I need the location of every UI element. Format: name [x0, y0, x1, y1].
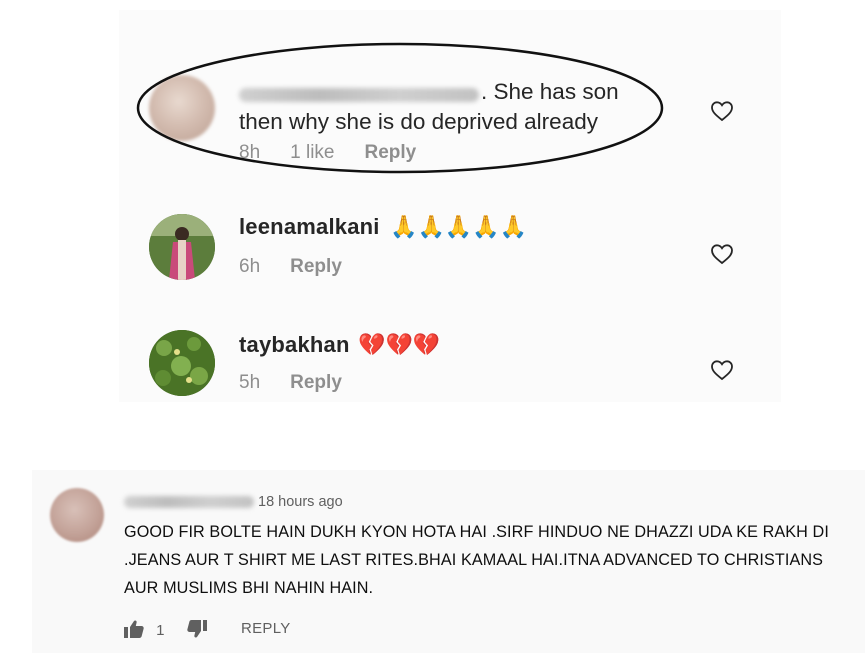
comment-2: leenamalkani 🙏🙏🙏🙏🙏 6h Reply	[119, 208, 781, 318]
avatar-photo	[149, 330, 215, 396]
blurred-username	[124, 496, 254, 508]
comment-3: taybakhan 💔💔💔 5h Reply	[119, 324, 781, 434]
reply-button[interactable]: REPLY	[241, 620, 291, 637]
avatar-photo	[149, 214, 215, 280]
highlight-ellipse	[136, 42, 664, 174]
prayer-emoji: 🙏🙏🙏🙏🙏	[390, 214, 528, 239]
heart-outline-icon[interactable]	[710, 359, 734, 381]
thumbs-up-icon[interactable]	[124, 620, 144, 638]
avatar[interactable]	[50, 488, 104, 542]
timestamp: 6h	[239, 256, 261, 277]
comment-meta: 5h Reply	[239, 372, 372, 394]
comment-body: leenamalkani 🙏🙏🙏🙏🙏	[239, 214, 527, 240]
timestamp[interactable]: 18 hours ago	[258, 494, 343, 510]
reply-button[interactable]: Reply	[290, 256, 342, 277]
avatar[interactable]	[149, 330, 215, 396]
username[interactable]: leenamalkani	[239, 214, 380, 239]
heart-outline-icon[interactable]	[710, 243, 734, 265]
comment-text: GOOD FIR BOLTE HAIN DUKH KYON HOTA HAI .…	[124, 523, 829, 597]
comment-body: taybakhan 💔💔💔	[239, 332, 440, 358]
youtube-comment: 18 hours ago GOOD FIR BOLTE HAIN DUKH KY…	[32, 470, 865, 653]
heart-outline-icon[interactable]	[710, 100, 734, 122]
reply-button[interactable]: Reply	[290, 372, 342, 393]
timestamp: 5h	[239, 372, 261, 393]
thumbs-down-icon[interactable]	[186, 620, 207, 638]
avatar[interactable]	[149, 214, 215, 280]
broken-heart-emoji: 💔💔💔	[358, 332, 441, 357]
username[interactable]: taybakhan	[239, 332, 350, 357]
comment-actions: 1	[124, 620, 207, 639]
comment-meta: 6h Reply	[239, 256, 372, 278]
like-count: 1	[156, 622, 165, 639]
